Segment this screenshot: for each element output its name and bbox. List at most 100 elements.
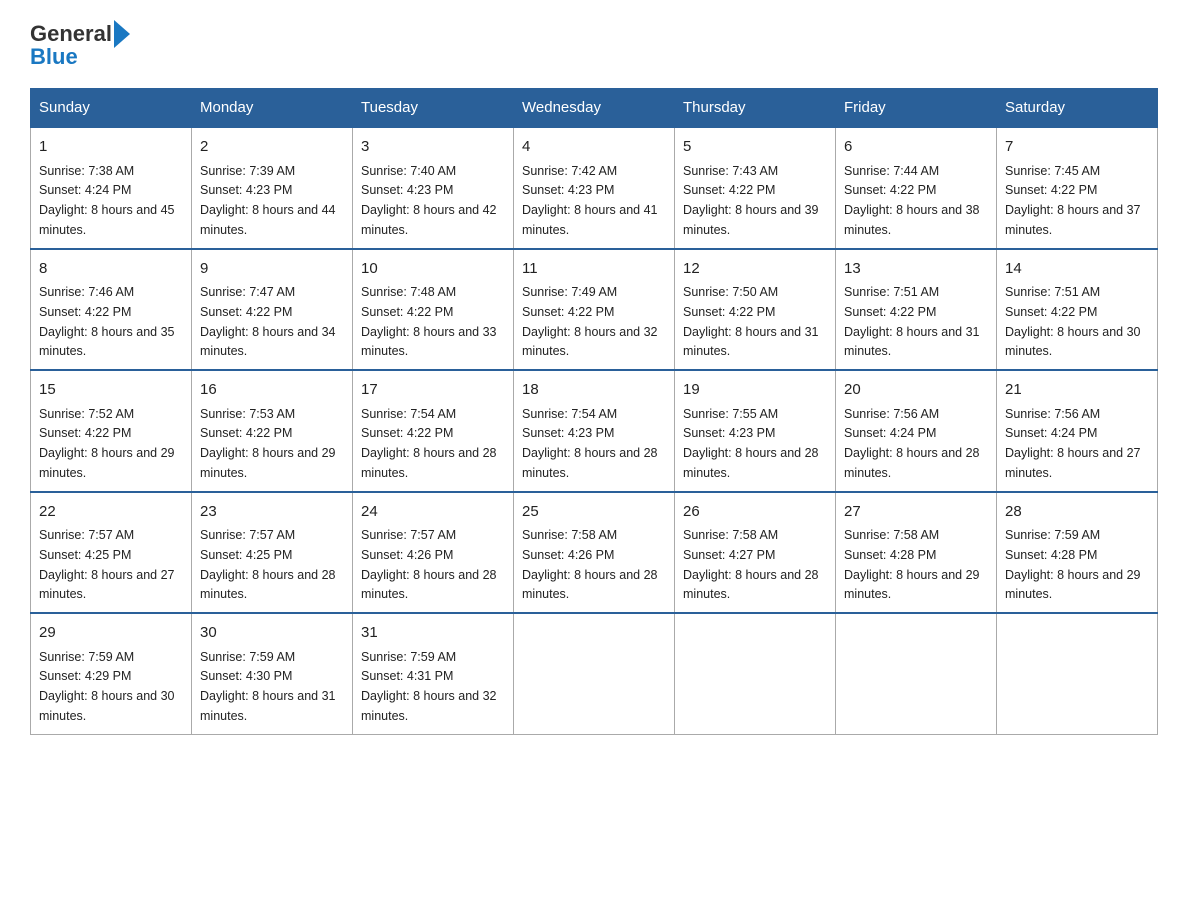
calendar-header-friday: Friday	[836, 89, 997, 128]
calendar-header-wednesday: Wednesday	[514, 89, 675, 128]
day-info: Sunrise: 7:49 AMSunset: 4:22 PMDaylight:…	[522, 285, 658, 358]
calendar-cell: 13 Sunrise: 7:51 AMSunset: 4:22 PMDayligh…	[836, 249, 997, 371]
day-info: Sunrise: 7:44 AMSunset: 4:22 PMDaylight:…	[844, 164, 980, 237]
day-info: Sunrise: 7:59 AMSunset: 4:28 PMDaylight:…	[1005, 528, 1141, 601]
day-info: Sunrise: 7:57 AMSunset: 4:25 PMDaylight:…	[200, 528, 336, 601]
calendar-week-row: 15 Sunrise: 7:52 AMSunset: 4:22 PMDayligh…	[31, 370, 1158, 492]
calendar-cell: 27 Sunrise: 7:58 AMSunset: 4:28 PMDayligh…	[836, 492, 997, 614]
day-number: 1	[39, 136, 183, 159]
day-number: 5	[683, 136, 827, 159]
calendar-header-sunday: Sunday	[31, 89, 192, 128]
calendar-header-thursday: Thursday	[675, 89, 836, 128]
day-info: Sunrise: 7:52 AMSunset: 4:22 PMDaylight:…	[39, 407, 175, 480]
calendar-cell: 12 Sunrise: 7:50 AMSunset: 4:22 PMDayligh…	[675, 249, 836, 371]
day-info: Sunrise: 7:58 AMSunset: 4:28 PMDaylight:…	[844, 528, 980, 601]
day-number: 9	[200, 258, 344, 281]
day-number: 24	[361, 501, 505, 524]
day-info: Sunrise: 7:59 AMSunset: 4:31 PMDaylight:…	[361, 650, 497, 723]
day-number: 17	[361, 379, 505, 402]
calendar-cell: 17 Sunrise: 7:54 AMSunset: 4:22 PMDayligh…	[353, 370, 514, 492]
calendar-cell: 1 Sunrise: 7:38 AMSunset: 4:24 PMDaylight…	[31, 127, 192, 249]
day-info: Sunrise: 7:56 AMSunset: 4:24 PMDaylight:…	[844, 407, 980, 480]
calendar-cell: 6 Sunrise: 7:44 AMSunset: 4:22 PMDaylight…	[836, 127, 997, 249]
day-number: 13	[844, 258, 988, 281]
day-info: Sunrise: 7:55 AMSunset: 4:23 PMDaylight:…	[683, 407, 819, 480]
day-number: 12	[683, 258, 827, 281]
day-info: Sunrise: 7:54 AMSunset: 4:23 PMDaylight:…	[522, 407, 658, 480]
calendar-header-saturday: Saturday	[997, 89, 1158, 128]
day-info: Sunrise: 7:59 AMSunset: 4:29 PMDaylight:…	[39, 650, 175, 723]
calendar-cell: 9 Sunrise: 7:47 AMSunset: 4:22 PMDaylight…	[192, 249, 353, 371]
calendar-cell: 2 Sunrise: 7:39 AMSunset: 4:23 PMDaylight…	[192, 127, 353, 249]
day-number: 29	[39, 622, 183, 645]
calendar-week-row: 1 Sunrise: 7:38 AMSunset: 4:24 PMDaylight…	[31, 127, 1158, 249]
day-info: Sunrise: 7:57 AMSunset: 4:25 PMDaylight:…	[39, 528, 175, 601]
day-number: 11	[522, 258, 666, 281]
day-info: Sunrise: 7:51 AMSunset: 4:22 PMDaylight:…	[844, 285, 980, 358]
day-info: Sunrise: 7:56 AMSunset: 4:24 PMDaylight:…	[1005, 407, 1141, 480]
day-info: Sunrise: 7:54 AMSunset: 4:22 PMDaylight:…	[361, 407, 497, 480]
calendar-cell: 3Sunrise: 7:40 AMSunset: 4:23 PMDaylight…	[353, 127, 514, 249]
calendar-cell: 4 Sunrise: 7:42 AMSunset: 4:23 PMDaylight…	[514, 127, 675, 249]
day-info: Sunrise: 7:39 AMSunset: 4:23 PMDaylight:…	[200, 164, 336, 237]
day-number: 19	[683, 379, 827, 402]
calendar-cell: 15 Sunrise: 7:52 AMSunset: 4:22 PMDayligh…	[31, 370, 192, 492]
day-number: 3	[361, 136, 505, 159]
calendar-cell: 30Sunrise: 7:59 AMSunset: 4:30 PMDayligh…	[192, 613, 353, 734]
calendar-header-tuesday: Tuesday	[353, 89, 514, 128]
day-info: Sunrise: 7:59 AMSunset: 4:30 PMDaylight:…	[200, 650, 336, 723]
calendar-cell: 26Sunrise: 7:58 AMSunset: 4:27 PMDayligh…	[675, 492, 836, 614]
calendar-cell: 18Sunrise: 7:54 AMSunset: 4:23 PMDayligh…	[514, 370, 675, 492]
day-number: 23	[200, 501, 344, 524]
calendar-cell: 5 Sunrise: 7:43 AMSunset: 4:22 PMDaylight…	[675, 127, 836, 249]
calendar-cell: 7 Sunrise: 7:45 AMSunset: 4:22 PMDaylight…	[997, 127, 1158, 249]
header: General Blue	[30, 20, 1158, 70]
day-info: Sunrise: 7:58 AMSunset: 4:26 PMDaylight:…	[522, 528, 658, 601]
calendar-cell: 10 Sunrise: 7:48 AMSunset: 4:22 PMDayligh…	[353, 249, 514, 371]
calendar-week-row: 22 Sunrise: 7:57 AMSunset: 4:25 PMDayligh…	[31, 492, 1158, 614]
day-number: 7	[1005, 136, 1149, 159]
calendar-cell: 24 Sunrise: 7:57 AMSunset: 4:26 PMDayligh…	[353, 492, 514, 614]
day-info: Sunrise: 7:38 AMSunset: 4:24 PMDaylight:…	[39, 164, 175, 237]
day-number: 28	[1005, 501, 1149, 524]
day-info: Sunrise: 7:50 AMSunset: 4:22 PMDaylight:…	[683, 285, 819, 358]
calendar-cell: 8Sunrise: 7:46 AMSunset: 4:22 PMDaylight…	[31, 249, 192, 371]
day-info: Sunrise: 7:47 AMSunset: 4:22 PMDaylight:…	[200, 285, 336, 358]
day-number: 27	[844, 501, 988, 524]
calendar-header-monday: Monday	[192, 89, 353, 128]
day-number: 26	[683, 501, 827, 524]
day-info: Sunrise: 7:42 AMSunset: 4:23 PMDaylight:…	[522, 164, 658, 237]
calendar-cell: 16 Sunrise: 7:53 AMSunset: 4:22 PMDayligh…	[192, 370, 353, 492]
calendar-cell: 11 Sunrise: 7:49 AMSunset: 4:22 PMDayligh…	[514, 249, 675, 371]
day-info: Sunrise: 7:57 AMSunset: 4:26 PMDaylight:…	[361, 528, 497, 601]
day-number: 22	[39, 501, 183, 524]
calendar-cell: 23 Sunrise: 7:57 AMSunset: 4:25 PMDayligh…	[192, 492, 353, 614]
logo-blue: Blue	[30, 44, 78, 70]
day-info: Sunrise: 7:53 AMSunset: 4:22 PMDaylight:…	[200, 407, 336, 480]
day-number: 16	[200, 379, 344, 402]
calendar-cell	[514, 613, 675, 734]
calendar-cell: 31 Sunrise: 7:59 AMSunset: 4:31 PMDayligh…	[353, 613, 514, 734]
day-number: 8	[39, 258, 183, 281]
day-number: 21	[1005, 379, 1149, 402]
calendar-cell: 28 Sunrise: 7:59 AMSunset: 4:28 PMDayligh…	[997, 492, 1158, 614]
calendar-cell: 14Sunrise: 7:51 AMSunset: 4:22 PMDayligh…	[997, 249, 1158, 371]
day-number: 31	[361, 622, 505, 645]
day-info: Sunrise: 7:43 AMSunset: 4:22 PMDaylight:…	[683, 164, 819, 237]
day-number: 2	[200, 136, 344, 159]
calendar-cell: 29 Sunrise: 7:59 AMSunset: 4:29 PMDayligh…	[31, 613, 192, 734]
calendar-cell: 25 Sunrise: 7:58 AMSunset: 4:26 PMDayligh…	[514, 492, 675, 614]
day-number: 4	[522, 136, 666, 159]
day-number: 15	[39, 379, 183, 402]
day-info: Sunrise: 7:48 AMSunset: 4:22 PMDaylight:…	[361, 285, 497, 358]
calendar-cell	[675, 613, 836, 734]
day-number: 25	[522, 501, 666, 524]
calendar-cell: 21 Sunrise: 7:56 AMSunset: 4:24 PMDayligh…	[997, 370, 1158, 492]
day-number: 6	[844, 136, 988, 159]
calendar-cell: 20 Sunrise: 7:56 AMSunset: 4:24 PMDayligh…	[836, 370, 997, 492]
day-number: 20	[844, 379, 988, 402]
day-info: Sunrise: 7:45 AMSunset: 4:22 PMDaylight:…	[1005, 164, 1141, 237]
day-number: 10	[361, 258, 505, 281]
calendar-cell	[997, 613, 1158, 734]
day-number: 14	[1005, 258, 1149, 281]
